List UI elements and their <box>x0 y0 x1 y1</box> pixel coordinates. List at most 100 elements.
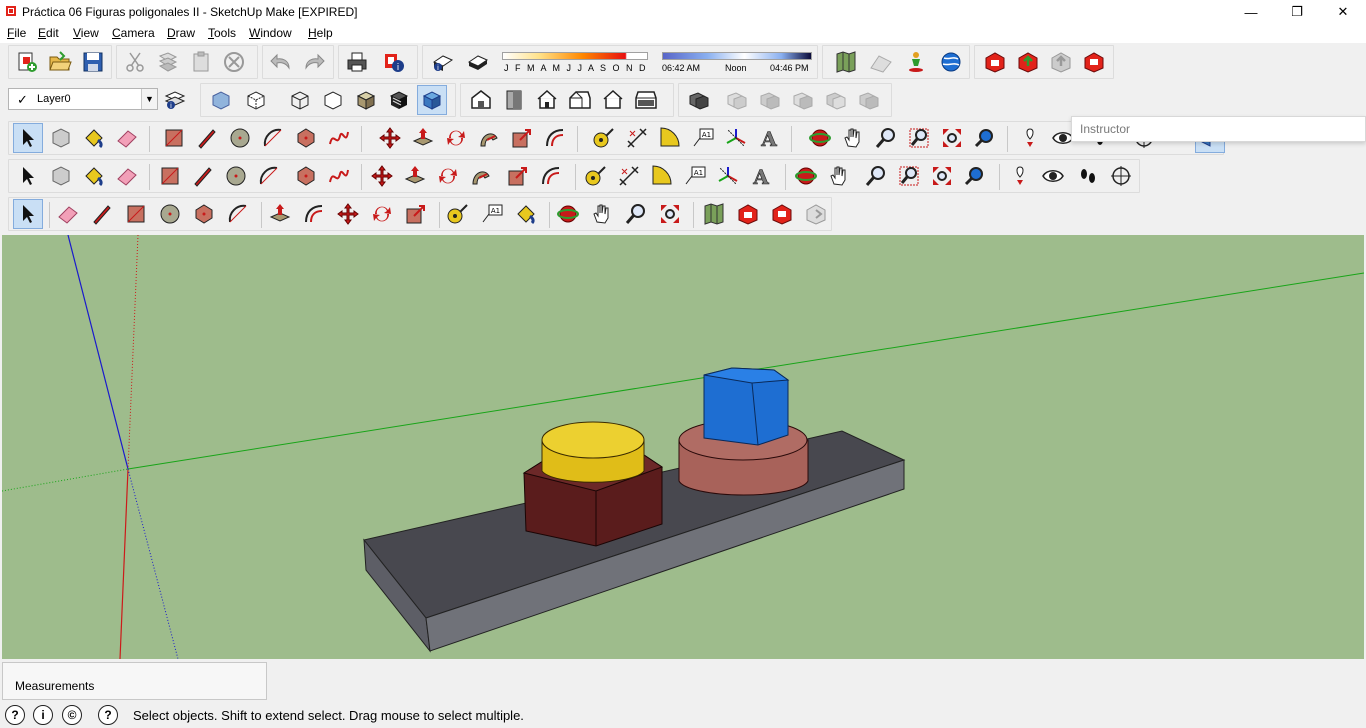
toggle-terrain-button[interactable] <box>866 47 896 77</box>
eraser-button[interactable] <box>112 123 142 153</box>
add-location-button[interactable] <box>831 47 861 77</box>
layer-manager-button[interactable]: i <box>160 85 190 115</box>
right-view-button[interactable] <box>565 85 595 115</box>
menu-edit[interactable]: Edit <box>38 26 59 40</box>
rectangle-tool-button[interactable] <box>159 123 189 153</box>
wireframe-button[interactable] <box>285 85 315 115</box>
monochrome-button[interactable] <box>417 85 447 115</box>
share-model-button[interactable] <box>1013 47 1043 77</box>
arc-tool-button-2[interactable] <box>254 161 284 191</box>
zoom-tool-button[interactable] <box>871 123 901 153</box>
print-button[interactable] <box>342 47 372 77</box>
front-view-button[interactable] <box>532 85 562 115</box>
rectangle-tool-button-3[interactable] <box>121 199 151 229</box>
dimensions-button-2[interactable] <box>614 161 644 191</box>
menu-window[interactable]: Window <box>249 26 292 40</box>
paint-bucket-button-2[interactable] <box>79 161 109 191</box>
line-tool-button-2[interactable] <box>188 161 218 191</box>
scale-tool-button[interactable] <box>507 123 537 153</box>
instructor-panel[interactable]: Instructor <box>1071 116 1366 142</box>
preview-google-earth-button[interactable] <box>936 47 966 77</box>
geolocation-icon[interactable]: ? <box>5 705 25 725</box>
rotate-tool-button-2[interactable] <box>433 161 463 191</box>
scale-tool-button-2[interactable] <box>503 161 533 191</box>
redo-button[interactable] <box>299 47 329 77</box>
license-icon[interactable]: © <box>62 705 82 725</box>
orbit-tool-button-3[interactable] <box>553 199 583 229</box>
close-button[interactable]: ✕ <box>1320 0 1366 24</box>
select-tool-button[interactable] <box>13 123 43 153</box>
text-tool-button-3[interactable]: A1 <box>477 199 507 229</box>
text-tool-button[interactable]: A1 <box>688 123 718 153</box>
walk-button-2[interactable] <box>1073 161 1103 191</box>
add-location-button-2[interactable] <box>699 199 729 229</box>
axes-tool-button-2[interactable] <box>713 161 743 191</box>
section-plane-button-2[interactable] <box>1106 161 1136 191</box>
shadow-date-slider[interactable]: J F M A M J J A S O N D <box>502 48 648 76</box>
outer-shell-button[interactable] <box>684 85 714 115</box>
zoom-extents-button-3[interactable] <box>655 199 685 229</box>
rotate-tool-button-3[interactable] <box>367 199 397 229</box>
rectangle-tool-button-2[interactable] <box>155 161 185 191</box>
zoom-window-button-2[interactable] <box>894 161 924 191</box>
chevron-down-icon[interactable]: ▼ <box>141 89 157 109</box>
restore-button[interactable]: ❐ <box>1274 0 1320 24</box>
push-pull-button[interactable] <box>408 123 438 153</box>
line-tool-button[interactable] <box>192 123 222 153</box>
tape-measure-button[interactable] <box>589 123 619 153</box>
position-camera-button[interactable] <box>1015 123 1045 153</box>
model-info-button[interactable]: i <box>379 47 409 77</box>
top-view-button[interactable] <box>499 85 529 115</box>
erase-button[interactable] <box>219 47 249 77</box>
move-tool-button[interactable] <box>375 123 405 153</box>
measurements-input[interactable] <box>107 669 263 695</box>
shadow-time-slider[interactable]: 06:42 AM Noon 04:46 PM <box>662 48 812 76</box>
look-around-button-2[interactable] <box>1038 161 1068 191</box>
text-tool-button-2[interactable]: A1 <box>680 161 710 191</box>
credits-icon[interactable]: i <box>33 705 53 725</box>
back-edges-button[interactable] <box>241 85 271 115</box>
zoom-tool-button-2[interactable] <box>861 161 891 191</box>
photo-textures-button[interactable] <box>901 47 931 77</box>
trim-button[interactable] <box>821 85 851 115</box>
offset-tool-button-3[interactable] <box>299 199 329 229</box>
rotate-tool-button[interactable] <box>441 123 471 153</box>
offset-tool-button[interactable] <box>540 123 570 153</box>
save-button[interactable] <box>78 47 108 77</box>
pan-tool-button[interactable] <box>838 123 868 153</box>
freehand-tool-button[interactable] <box>324 123 354 153</box>
menu-view[interactable]: View <box>73 26 99 40</box>
make-component-button-2[interactable] <box>46 161 76 191</box>
menu-camera[interactable]: Camera <box>112 26 155 40</box>
copy-button[interactable] <box>153 47 183 77</box>
display-shadows-button[interactable] <box>463 47 493 77</box>
circle-tool-button[interactable] <box>225 123 255 153</box>
eraser-button-3[interactable] <box>53 199 83 229</box>
shaded-textures-button[interactable] <box>384 85 414 115</box>
xray-button[interactable] <box>206 85 236 115</box>
pan-tool-button-3[interactable] <box>587 199 617 229</box>
select-tool-button-2[interactable] <box>13 161 43 191</box>
line-tool-button-3[interactable] <box>87 199 117 229</box>
scale-tool-button-3[interactable] <box>401 199 431 229</box>
left-view-button[interactable] <box>631 85 661 115</box>
new-file-button[interactable] <box>12 47 42 77</box>
split-button[interactable] <box>854 85 884 115</box>
paint-bucket-button[interactable] <box>79 123 109 153</box>
arc-tool-button-3[interactable] <box>223 199 253 229</box>
polygon-tool-button[interactable] <box>291 123 321 153</box>
orbit-tool-button-2[interactable] <box>791 161 821 191</box>
zoom-extents-button-2[interactable] <box>927 161 957 191</box>
previous-view-button-2[interactable] <box>960 161 990 191</box>
3d-text-button[interactable]: A <box>754 123 784 153</box>
cut-button[interactable] <box>120 47 150 77</box>
minimize-button[interactable]: — <box>1228 0 1274 24</box>
freehand-tool-button-2[interactable] <box>324 161 354 191</box>
move-tool-button-2[interactable] <box>367 161 397 191</box>
zoom-extents-button[interactable] <box>937 123 967 153</box>
tape-measure-button-2[interactable] <box>581 161 611 191</box>
arc-tool-button[interactable] <box>258 123 288 153</box>
extension-warehouse-button-2[interactable] <box>767 199 797 229</box>
scene-canvas[interactable] <box>2 235 1364 659</box>
iso-view-button[interactable] <box>466 85 496 115</box>
